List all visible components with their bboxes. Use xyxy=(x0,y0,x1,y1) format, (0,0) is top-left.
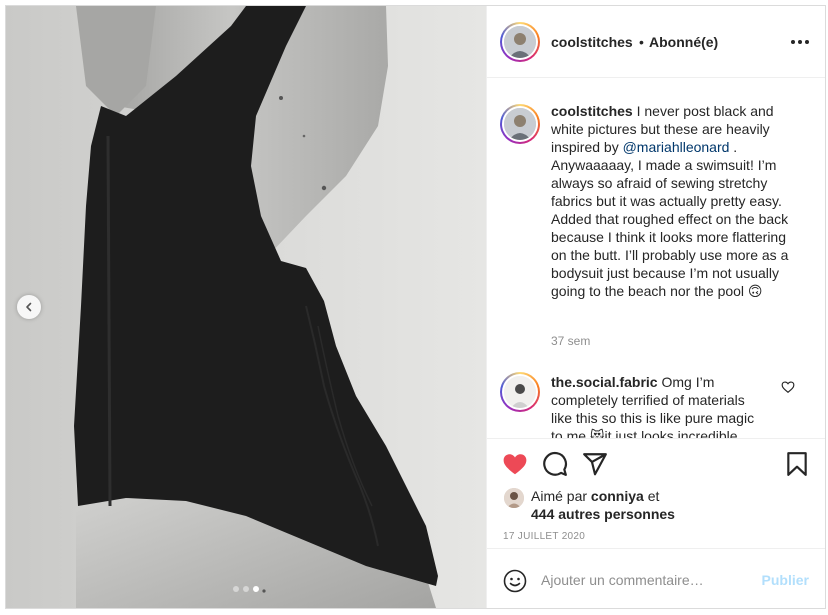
liked-by-joiner: et xyxy=(643,488,660,504)
swimsuit-photo xyxy=(6,6,486,608)
author-avatar[interactable] xyxy=(500,22,540,62)
post-date[interactable]: 17 JUILLET 2020 xyxy=(503,531,585,542)
post-photo[interactable] xyxy=(6,6,486,608)
carousel-indicators xyxy=(6,586,486,592)
liker-avatar[interactable] xyxy=(504,488,524,508)
caption-timestamp[interactable]: 37 sem xyxy=(551,334,590,348)
carousel-prev-button[interactable] xyxy=(17,295,41,319)
comment-like-heart-icon[interactable] xyxy=(781,380,795,394)
profile-photo xyxy=(504,488,524,508)
post-header: coolstitches • Abonné(e) xyxy=(487,6,825,78)
profile-photo xyxy=(504,376,536,408)
share-icon[interactable] xyxy=(582,451,608,477)
publish-button[interactable]: Publier xyxy=(762,572,809,588)
post-caption: coolstitches I never post black and whit… xyxy=(551,102,799,300)
add-comment-bar: Publier xyxy=(487,548,825,608)
comment-username[interactable]: the.social.fabric xyxy=(551,374,658,390)
caption-author-avatar[interactable] xyxy=(500,104,540,144)
other-likers-link[interactable]: 444 autres personnes xyxy=(531,506,675,522)
comments-section: coolstitches I never post black and whit… xyxy=(487,78,825,438)
liked-by-summary: Aimé par conniya et 444 autres personnes xyxy=(531,487,675,523)
carousel-dot xyxy=(243,586,249,592)
caption-mention-link[interactable]: @mariahlleonard xyxy=(623,139,730,155)
carousel-dot xyxy=(233,586,239,592)
author-username[interactable]: coolstitches xyxy=(551,34,633,50)
profile-photo xyxy=(504,26,536,58)
follow-status-button[interactable]: Abonné(e) xyxy=(649,34,718,50)
post-actions: Aimé par conniya et 444 autres personnes … xyxy=(487,438,825,548)
more-horizontal-icon[interactable] xyxy=(791,40,809,44)
instagram-post: coolstitches • Abonné(e) coolstitches I … xyxy=(5,5,826,609)
header-separator: • xyxy=(639,34,644,50)
liked-by-prefix: Aimé par xyxy=(531,488,591,504)
comment-input[interactable] xyxy=(539,566,753,594)
profile-photo xyxy=(504,108,536,140)
caption-username[interactable]: coolstitches xyxy=(551,103,633,119)
smiley-icon[interactable] xyxy=(503,569,527,593)
chevron-left-icon xyxy=(26,302,32,312)
heart-filled-icon[interactable] xyxy=(502,451,528,477)
carousel-dot-active xyxy=(253,586,259,592)
liker-username[interactable]: conniya xyxy=(591,488,644,504)
comment-icon[interactable] xyxy=(542,451,568,477)
post-sidebar: coolstitches • Abonné(e) coolstitches I … xyxy=(486,6,825,608)
commenter-avatar[interactable] xyxy=(500,372,540,412)
caption-text-end: . Anywaaaaay, I made a swimsuit! I’m alw… xyxy=(551,139,789,299)
bookmark-icon[interactable] xyxy=(784,451,810,477)
comment: the.social.fabric Omg I’m completely ter… xyxy=(551,373,767,438)
